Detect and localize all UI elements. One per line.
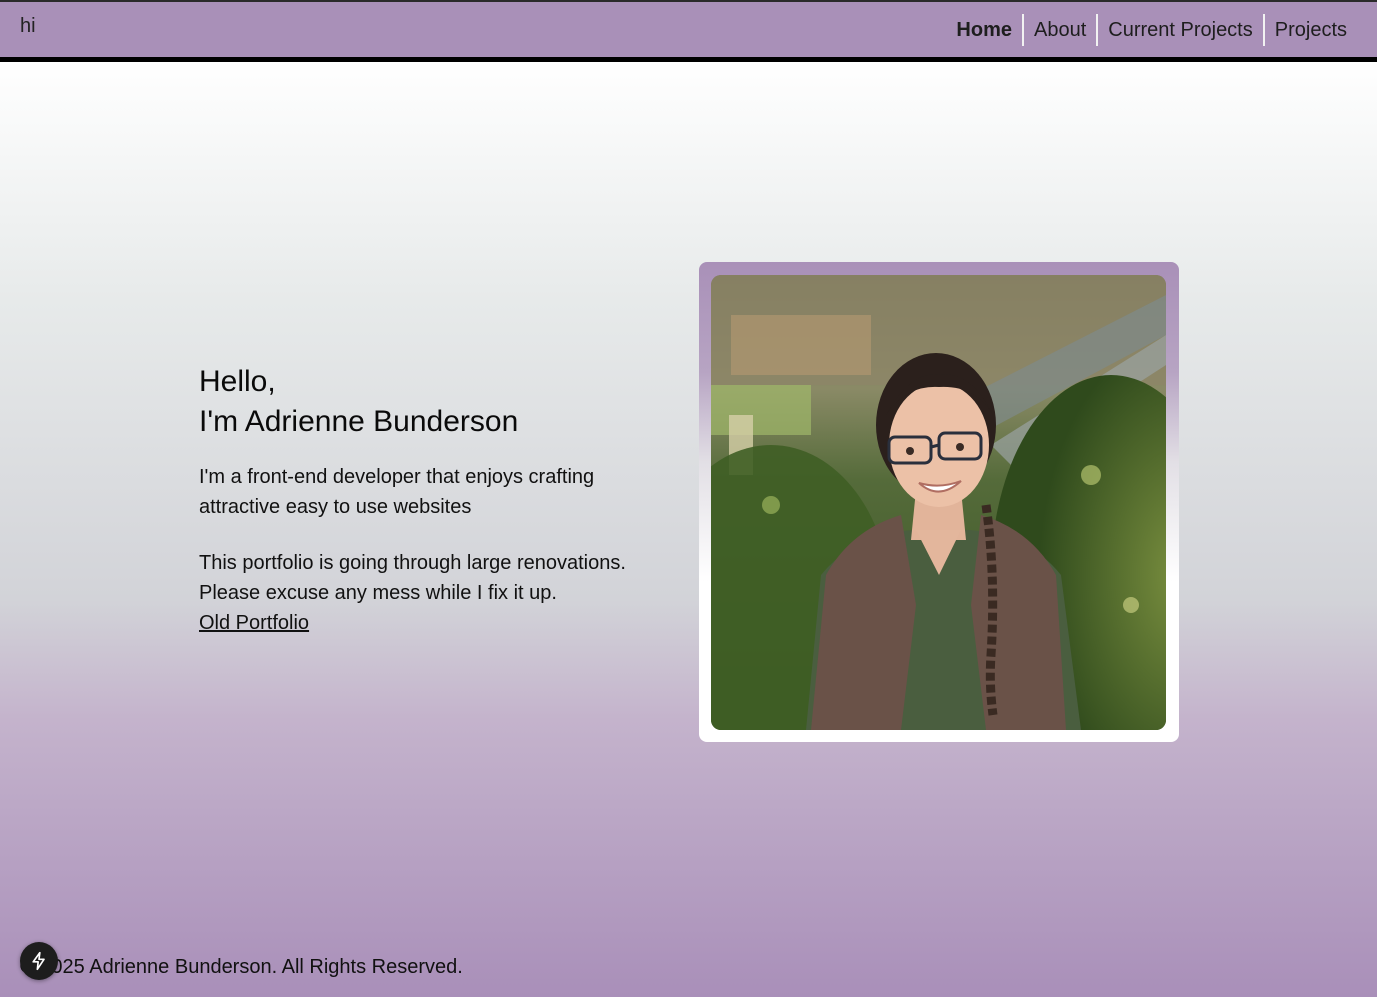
nav-current-projects[interactable]: Current Projects (1096, 14, 1263, 46)
intro-section: Hello, I'm Adrienne Bunderson I'm a fron… (199, 362, 659, 638)
nav-about[interactable]: About (1021, 14, 1096, 46)
nav-home[interactable]: Home (946, 14, 1022, 46)
greeting-line-1: Hello, (199, 365, 276, 398)
old-portfolio-link[interactable]: Old Portfolio (199, 608, 309, 638)
greeting-line-2: I'm Adrienne Bunderson (199, 405, 519, 438)
footer-copyright: © 2025 Adrienne Bunderson. All Rights Re… (20, 956, 463, 978)
nav-projects[interactable]: Projects (1262, 14, 1357, 46)
profile-photo-frame (699, 262, 1179, 742)
site-brand[interactable]: hi (20, 15, 36, 38)
lightning-bolt-icon[interactable] (20, 942, 58, 980)
greeting-heading: Hello, I'm Adrienne Bunderson (199, 362, 659, 442)
renovation-notice: This portfolio is going through large re… (199, 552, 626, 604)
intro-description: I'm a front-end developer that enjoys cr… (199, 466, 595, 518)
top-navbar: hi Home About Current Projects Projects (0, 0, 1377, 62)
main-nav: Home About Current Projects Projects (946, 14, 1357, 46)
profile-photo (711, 275, 1166, 730)
